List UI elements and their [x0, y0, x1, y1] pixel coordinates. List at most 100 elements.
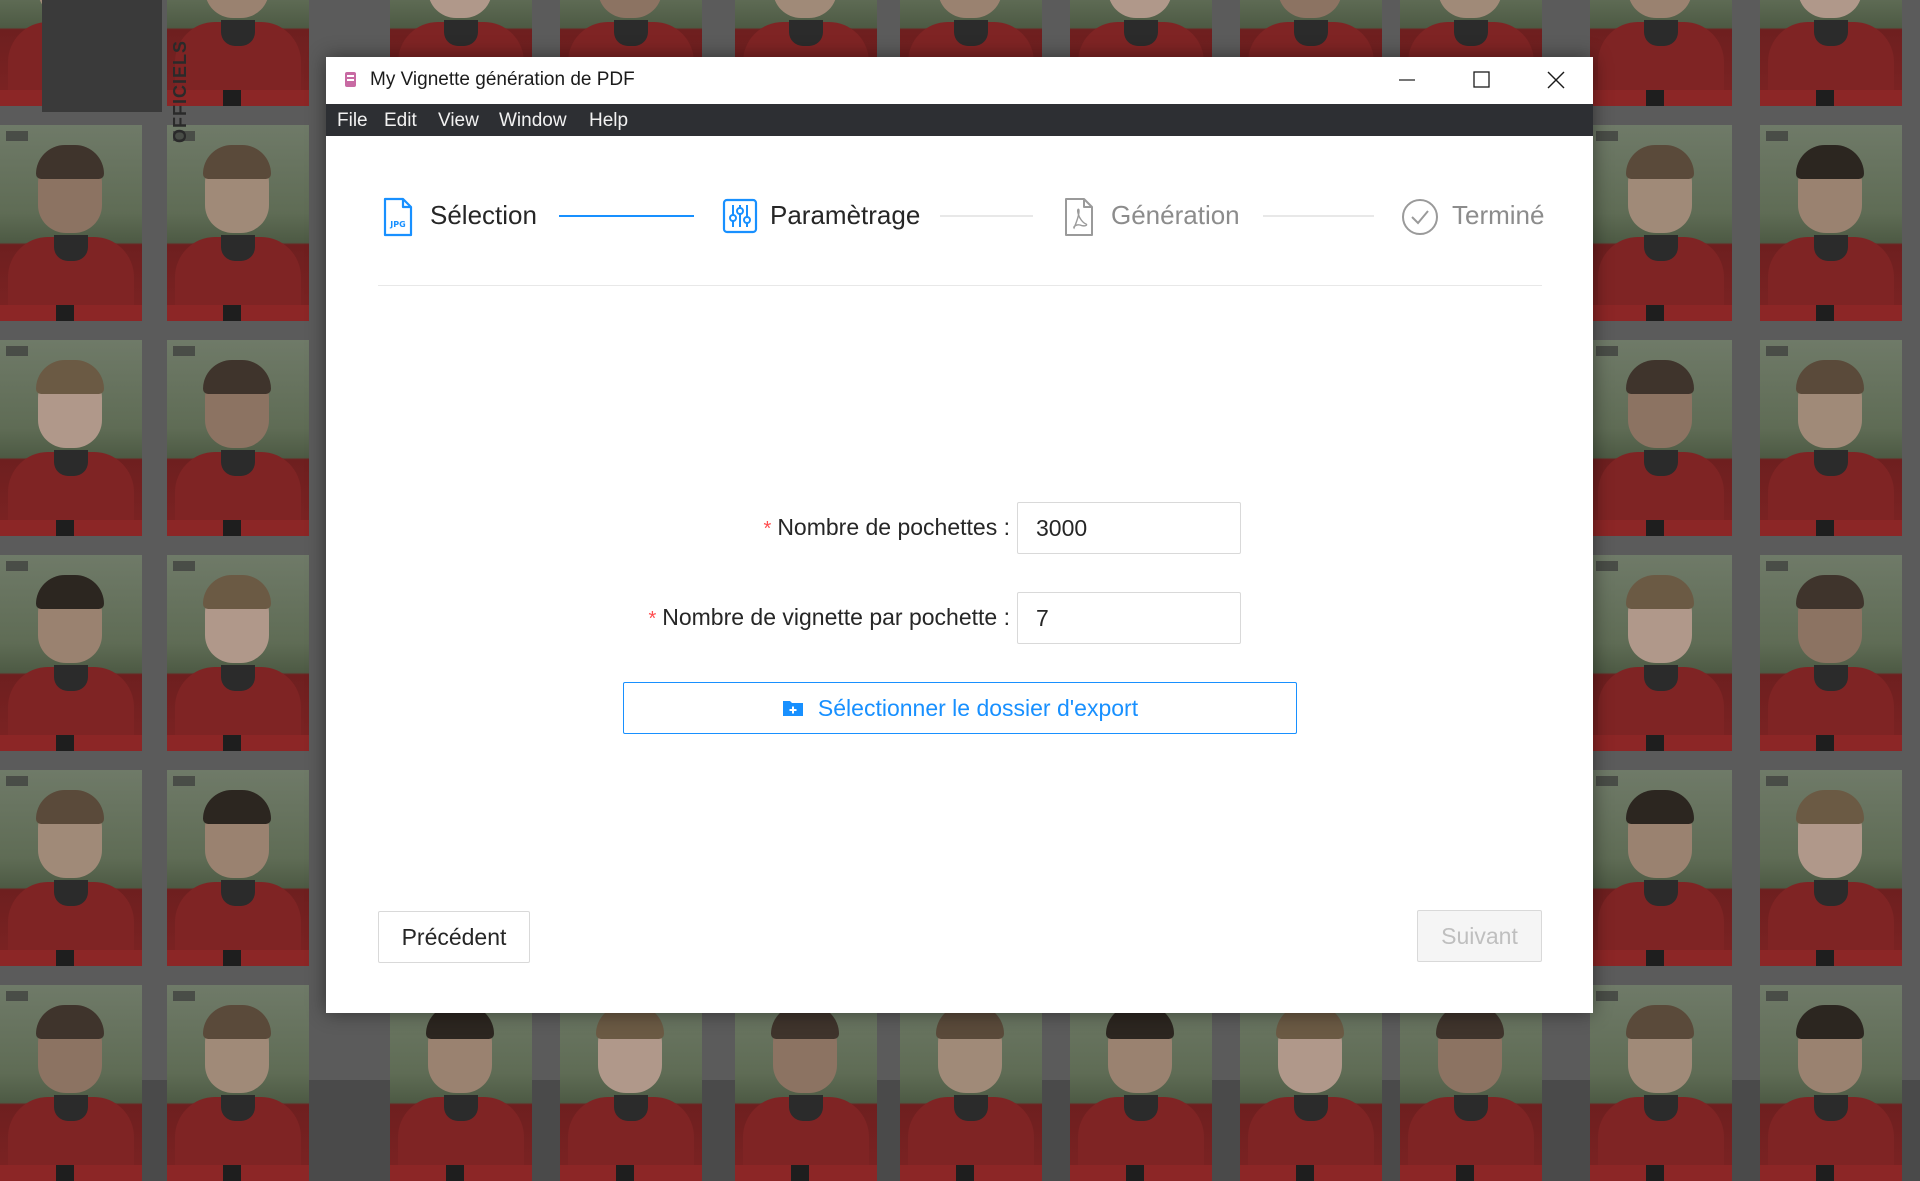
player-photo-card [1590, 985, 1732, 1181]
card-collar [1124, 1095, 1158, 1121]
check-circle-icon [1402, 199, 1438, 235]
card-bar [1456, 1165, 1474, 1181]
menu-file[interactable]: File [337, 110, 368, 132]
card-collar [444, 20, 478, 46]
card-bar [56, 735, 74, 751]
player-photo-card [1070, 985, 1212, 1181]
player-photo-card [1760, 125, 1902, 321]
card-tag [6, 346, 28, 356]
card-bar [1646, 90, 1664, 106]
card-bar [1816, 520, 1834, 536]
card-tag [6, 991, 28, 1001]
vignettes-input[interactable] [1017, 592, 1241, 644]
vignettes-label-text: Nombre de vignette par pochette [662, 604, 998, 630]
card-collar [1644, 20, 1678, 46]
card-hair [36, 145, 104, 179]
card-face [598, 0, 662, 18]
card-bar [56, 1165, 74, 1181]
app-icon [345, 72, 356, 87]
menu-help[interactable]: Help [589, 110, 628, 132]
card-hair [36, 360, 104, 394]
card-collar [1814, 235, 1848, 261]
card-tag [1766, 131, 1788, 141]
card-collar [1454, 1095, 1488, 1121]
pochettes-label-text: Nombre de pochettes [777, 514, 998, 540]
card-face [938, 0, 1002, 18]
card-hair [36, 1005, 104, 1039]
player-photo-card [1760, 985, 1902, 1181]
minimize-button[interactable] [1371, 57, 1445, 104]
card-face [1278, 0, 1342, 18]
card-bar [1646, 950, 1664, 966]
card-hair [1796, 1005, 1864, 1039]
card-collar [1294, 1095, 1328, 1121]
title-bar[interactable]: My Vignette génération de PDF [326, 57, 1593, 104]
menu-window[interactable]: Window [499, 110, 567, 132]
previous-button[interactable]: Précédent [378, 911, 530, 963]
card-bar [56, 305, 74, 321]
close-button[interactable] [1519, 57, 1593, 104]
step-label: Terminé [1452, 200, 1545, 230]
card-hair [1626, 360, 1694, 394]
card-collar [1814, 450, 1848, 476]
card-collar [221, 450, 255, 476]
step-label: Génération [1111, 200, 1240, 230]
card-bar [1816, 1165, 1834, 1181]
step-connector [1263, 215, 1374, 217]
card-face [428, 0, 492, 18]
card-tag [1596, 346, 1618, 356]
card-hair [1796, 360, 1864, 394]
player-photo-card [900, 985, 1042, 1181]
card-collar [54, 880, 88, 906]
card-bar [1646, 735, 1664, 751]
menu-view[interactable]: View [438, 110, 479, 132]
card-collar [1814, 880, 1848, 906]
sliders-icon [722, 198, 758, 234]
step-connector [940, 215, 1033, 217]
card-bar [791, 1165, 809, 1181]
close-icon [1547, 71, 1565, 89]
pochettes-label: * Nombre de pochettes : [763, 514, 1010, 540]
card-collar [1644, 1095, 1678, 1121]
player-photo-card [735, 985, 877, 1181]
card-collar [221, 880, 255, 906]
player-photo-card [167, 770, 309, 966]
card-collar [954, 1095, 988, 1121]
card-collar [1644, 880, 1678, 906]
card-hair [203, 790, 271, 824]
card-collar [789, 20, 823, 46]
card-collar [1814, 20, 1848, 46]
player-photo-card [167, 555, 309, 751]
player-photo-card [1760, 0, 1902, 106]
card-hair [1626, 790, 1694, 824]
select-export-folder-button[interactable]: Sélectionner le dossier d'export [623, 682, 1297, 734]
card-tag [173, 346, 195, 356]
card-collar [1644, 450, 1678, 476]
card-collar [221, 20, 255, 46]
menu-edit[interactable]: Edit [384, 110, 417, 132]
card-tag [6, 776, 28, 786]
folder-add-icon [782, 701, 803, 716]
required-mark: * [763, 518, 772, 540]
maximize-button[interactable] [1445, 57, 1519, 104]
step-label: Sélection [430, 200, 537, 230]
card-bar [223, 1165, 241, 1181]
next-button[interactable]: Suivant [1417, 910, 1542, 962]
card-collar [444, 1095, 478, 1121]
card-tag [1766, 346, 1788, 356]
card-collar [221, 665, 255, 691]
pochettes-input[interactable] [1017, 502, 1241, 554]
card-bar [1646, 305, 1664, 321]
card-collar [221, 235, 255, 261]
card-tag [1596, 561, 1618, 571]
card-hair [203, 145, 271, 179]
wallpaper-dark-block [42, 0, 162, 112]
player-photo-card [1590, 125, 1732, 321]
card-hair [1796, 790, 1864, 824]
pdf-file-icon [1065, 198, 1093, 236]
card-bar [956, 1165, 974, 1181]
card-bar [223, 90, 241, 106]
card-collar [614, 20, 648, 46]
card-hair [1796, 575, 1864, 609]
card-collar [1644, 235, 1678, 261]
